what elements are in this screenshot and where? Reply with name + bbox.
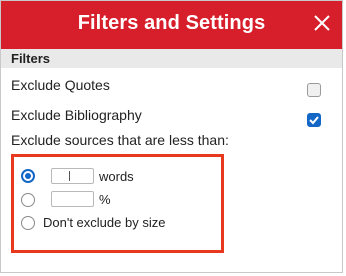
close-icon[interactable] [312, 13, 332, 33]
checkmark-icon [309, 116, 319, 125]
exclude-small-sources-label: Exclude sources that are less than: [11, 132, 229, 148]
exclude-bibliography-label: Exclude Bibliography [11, 107, 142, 123]
words-label: words [99, 169, 134, 184]
dont-exclude-label: Don't exclude by size [43, 215, 166, 230]
filters-settings-dialog: Filters and Settings Filters Exclude Quo… [0, 0, 343, 273]
filters-section-header: Filters [1, 49, 342, 68]
words-radio[interactable] [21, 169, 35, 183]
dialog-title: Filters and Settings [77, 12, 266, 34]
dialog-header: Filters and Settings [1, 1, 342, 49]
exclude-quotes-checkbox[interactable] [307, 83, 321, 97]
exclude-bibliography-checkbox[interactable] [307, 113, 321, 127]
percent-radio[interactable] [21, 193, 35, 207]
text-caret [69, 171, 70, 181]
percent-input[interactable] [51, 191, 94, 207]
exclude-quotes-label: Exclude Quotes [11, 77, 110, 93]
dont-exclude-radio[interactable] [21, 216, 35, 230]
percent-label: % [99, 192, 111, 207]
filters-section-label: Filters [11, 51, 51, 66]
words-input[interactable] [51, 168, 94, 184]
